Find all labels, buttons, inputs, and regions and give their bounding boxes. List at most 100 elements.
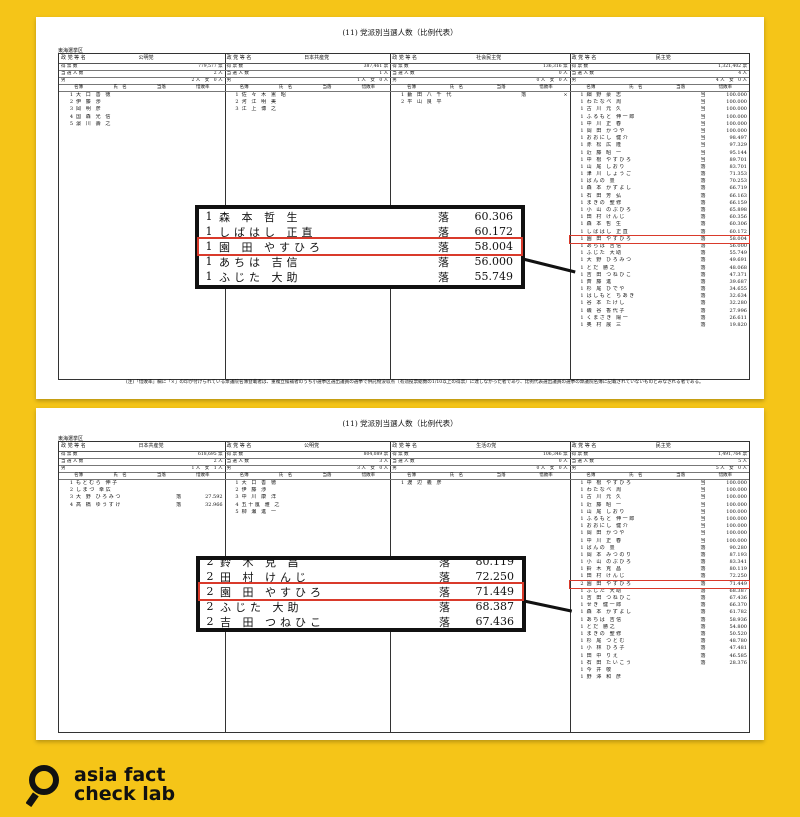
list-rank: 1 <box>580 192 584 199</box>
loss-ratio: 47.371 <box>729 271 747 278</box>
summary-value: 3 人 <box>379 459 389 464</box>
candidate-row: 1岡 本 みつのり 落 87.193 <box>570 552 749 559</box>
candidate-name: 田 中 りえ <box>586 652 620 659</box>
column-header: 氏 名 <box>628 85 643 90</box>
candidate-name: 細 野 豪 志 <box>586 92 623 98</box>
candidate-row: 1石 田 芳 弘 落 66.163 <box>570 193 749 200</box>
loss-ratio: 100.000 <box>726 530 747 537</box>
candidate-name: 柳 瀬 進 一 <box>241 508 278 515</box>
candidate-name: 鈴 木 克 昌 <box>220 555 303 569</box>
summary-value: 4 人 女 0 人 <box>715 78 747 83</box>
zoom-row: 2 鈴 木 克 昌 落 80.119 <box>200 554 522 569</box>
candidate-name: ふじた 大助 <box>586 587 623 594</box>
result-status: 落 <box>700 587 706 594</box>
candidate-name: しばはし 正直 <box>219 225 317 239</box>
candidate-row: 1近 藤 昭 一 当 100.000 <box>570 502 749 509</box>
result-status: 落 <box>439 570 450 584</box>
candidate-name: 森 本 哲 生 <box>586 221 623 228</box>
candidate-header: 名簿 氏 名 当落 惜敗率 <box>569 85 749 92</box>
result-status <box>336 92 352 99</box>
loss-ratio: 66.159 <box>729 199 747 206</box>
result-status: 落 <box>700 659 706 666</box>
candidate-row: 1佐 々 木 憲 昭 <box>225 92 391 99</box>
candidate-name: 吉 田 つねひこ <box>220 615 325 629</box>
result-status: 当 <box>700 537 706 544</box>
result-status: 当 <box>700 106 706 113</box>
party-label: 政 党 等 名 <box>61 55 86 61</box>
result-status: 落 <box>438 270 449 284</box>
list-rank: 1 <box>235 480 239 486</box>
result-status <box>336 487 352 494</box>
column-header: 氏 名 <box>278 85 293 90</box>
column-header: 当落 <box>156 473 166 478</box>
result-status: 当 <box>700 120 706 127</box>
list-rank: 1 <box>580 221 584 228</box>
loss-ratio: 100.000 <box>726 113 747 120</box>
candidate-header: 名簿 氏 名 当落 惜敗率 <box>224 473 391 480</box>
list-rank: 1 <box>580 286 584 293</box>
list-rank: 1 <box>580 515 584 522</box>
candidate-name: 小 山 のぶひろ <box>586 559 633 566</box>
summary-row-gender: 男 4 人 女 0 人 <box>569 78 749 85</box>
loss-ratio: 60.356 <box>729 214 747 221</box>
result-status <box>336 509 352 516</box>
zoom-callout: 1森 本 哲 生落 60.306 1 しばはし 正直落 60.172 1 園 田 やすひろ落… <box>195 205 525 289</box>
candidate-name: あちは 吉信 <box>219 255 302 269</box>
candidate-name: 磯 谷 香代子 <box>586 307 626 314</box>
summary-label: 得 票 数 <box>392 452 409 457</box>
loss-ratio: 100.000 <box>726 106 747 113</box>
loss-ratio: 98.497 <box>729 135 747 142</box>
list-rank: 1 <box>580 623 584 630</box>
candidate-row: 1 ふるもと 伸一郎 当 100.000 <box>570 516 749 523</box>
column-header: 氏 名 <box>278 473 293 478</box>
loss-ratio <box>352 92 390 99</box>
list-rank: 1 <box>580 163 584 170</box>
loss-ratio: 49.691 <box>729 257 747 264</box>
loss-ratio: 27.592 <box>205 494 223 501</box>
loss-ratio: 56.000 <box>474 255 514 268</box>
loss-ratio: 100.000 <box>726 487 747 494</box>
result-status: 落 <box>700 171 706 178</box>
column-header: 当落 <box>496 85 506 90</box>
candidate-name: 中 根 やすひろ <box>586 156 633 163</box>
candidate-name: 吉 田 つねひこ <box>586 271 633 278</box>
candidate-row: 1田 村 けんじ 落 60.356 <box>570 214 749 221</box>
candidate-name: 五十嵐 雅 之 <box>241 501 281 508</box>
list-rank: 2 <box>206 615 214 628</box>
result-status: 落 <box>700 652 706 659</box>
candidate-name: ふるもと 伸一郎 <box>586 515 636 522</box>
candidate-row: 3中 川 康 洋 <box>225 494 391 501</box>
list-rank: 1 <box>580 235 584 242</box>
candidate-name: 国 森 光 信 <box>76 113 112 120</box>
column-header: 名簿 <box>239 85 249 90</box>
result-status: 落 <box>439 555 450 569</box>
loss-ratio: 66.370 <box>729 602 747 609</box>
footnote: (注)「惜敗率」欄に「×」の印が付けられている衆議院名簿登載者は、重複立候補者の… <box>126 380 704 385</box>
result-status: 落 <box>700 623 706 630</box>
candidate-row: 1小 山 のぶひろ 落 83.341 <box>570 559 749 566</box>
summary-value: 0 人 <box>558 459 568 464</box>
list-rank: 1 <box>580 127 584 134</box>
candidate-name: 岡 田 かつや <box>586 127 626 134</box>
candidate-name: まきの 聖修 <box>586 630 623 637</box>
candidate-row: 2 しまづ 幸広 <box>59 487 225 494</box>
zoom-row: 1 あちは 吉信 落 56.000 <box>199 254 521 269</box>
candidate-name: 中 根 やすひろ <box>586 480 633 486</box>
logo-line-2: check lab <box>74 783 176 805</box>
list-rank: 1 <box>580 544 584 551</box>
loss-ratio: 60.306 <box>729 221 747 228</box>
result-status: 落 <box>700 242 706 249</box>
summary-row-votes: 得 票 数 106,346 票 <box>390 452 570 459</box>
candidate-row: 1 しばはし 正直 落 60.172 <box>570 229 749 236</box>
candidate-name: 中 川 正 春 <box>586 120 623 127</box>
loss-ratio: 32.966 <box>205 501 223 508</box>
summary-label: 得 票 数 <box>226 452 243 457</box>
candidate-header: 名簿 氏 名 当落 惜敗率 <box>59 85 225 92</box>
result-status: 当 <box>700 127 706 134</box>
result-status: 当 <box>700 523 706 530</box>
candidate-name: 大 野 ひろみつ <box>586 257 633 264</box>
column-header: 当落 <box>496 473 506 478</box>
highlighted-candidate-row: 2園 田 やすひろ 落 71.449 <box>568 579 750 589</box>
result-status <box>695 674 711 681</box>
loss-ratio <box>187 114 225 121</box>
